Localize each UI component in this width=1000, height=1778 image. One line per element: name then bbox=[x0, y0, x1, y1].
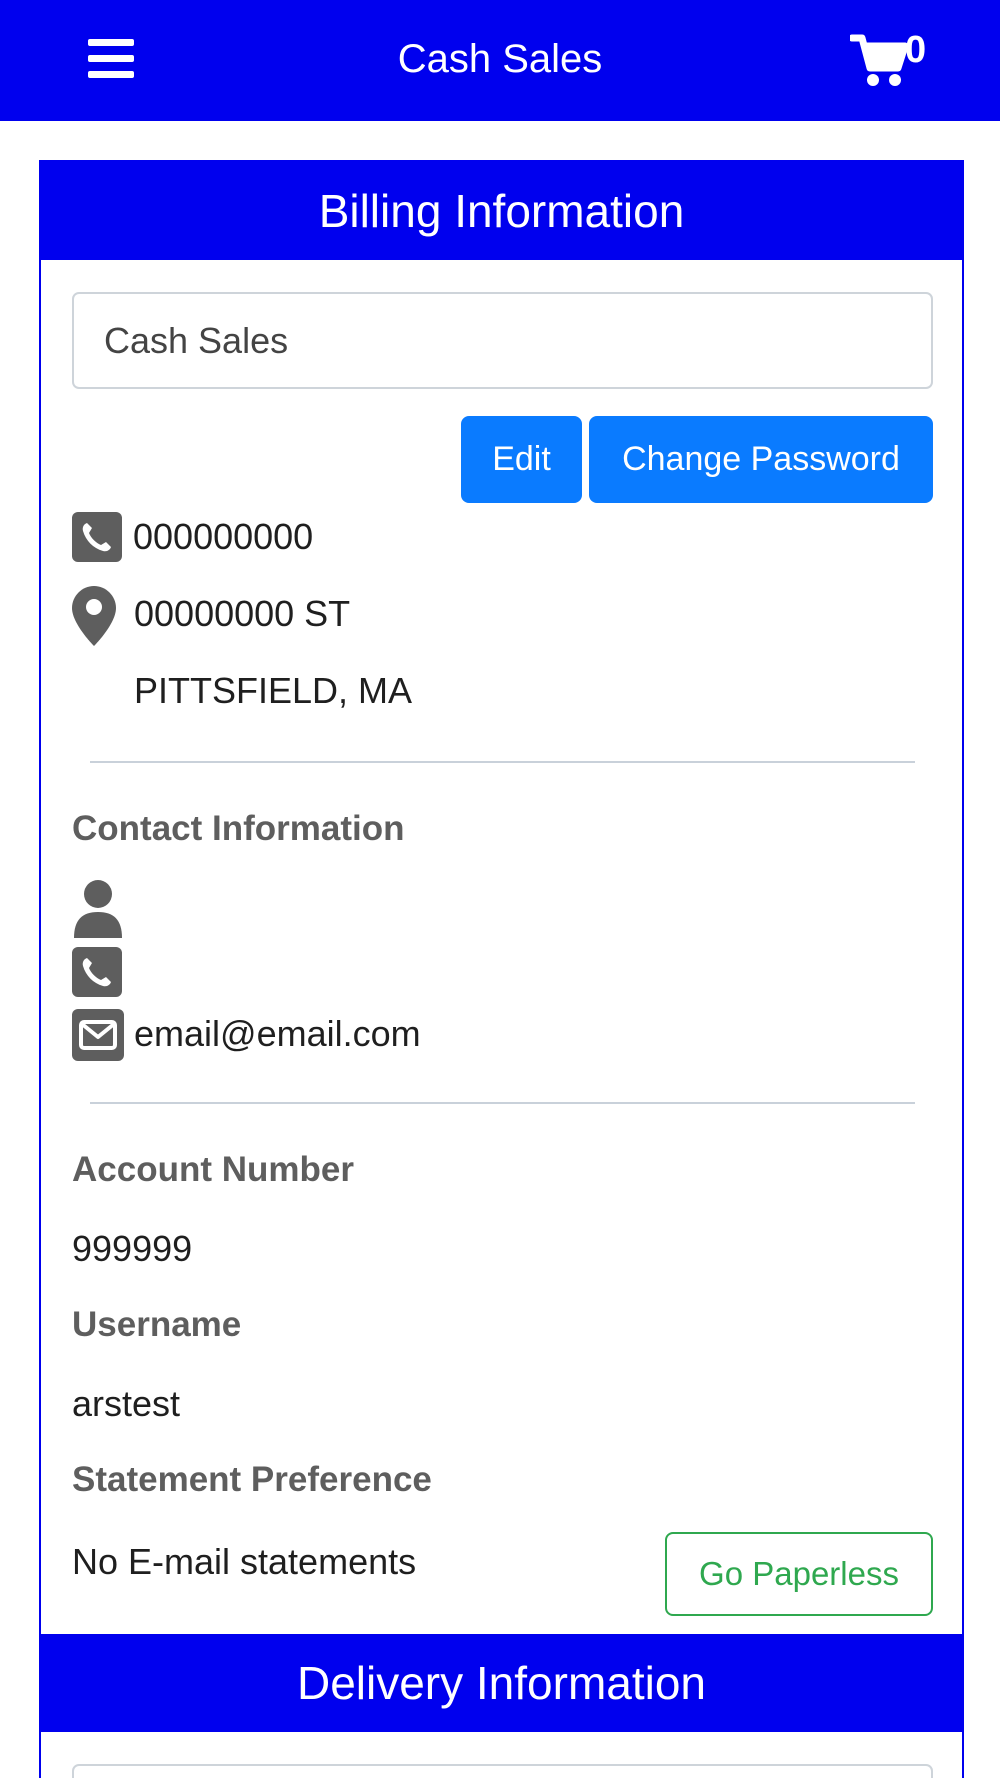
top-navbar: Cash Sales 0 bbox=[0, 0, 1000, 121]
billing-card: Billing Information Cash Sales Edit Chan… bbox=[39, 160, 964, 1778]
cart-icon bbox=[850, 34, 908, 86]
statement-preference-label: Statement Preference bbox=[72, 1460, 432, 1499]
username-label: Username bbox=[72, 1305, 242, 1344]
billing-heading: Billing Information bbox=[41, 162, 962, 260]
map-marker-icon bbox=[72, 586, 116, 646]
account-number-value: 999999 bbox=[72, 1228, 193, 1269]
go-paperless-button[interactable]: Go Paperless bbox=[665, 1532, 933, 1616]
envelope-icon bbox=[72, 1009, 124, 1061]
phone-icon bbox=[72, 512, 122, 562]
section-divider bbox=[90, 1102, 915, 1104]
delivery-name-field bbox=[72, 1764, 933, 1778]
cart-button[interactable]: 0 bbox=[850, 29, 935, 90]
phone-icon bbox=[72, 947, 122, 997]
statement-preference-value: No E-mail statements bbox=[72, 1541, 417, 1582]
account-number-label: Account Number bbox=[72, 1150, 354, 1189]
user-icon bbox=[74, 880, 122, 938]
delivery-heading: Delivery Information bbox=[41, 1634, 962, 1732]
section-divider bbox=[90, 761, 915, 763]
contact-email: email@email.com bbox=[134, 1013, 421, 1054]
change-password-button[interactable]: Change Password bbox=[589, 416, 933, 503]
cart-count-badge: 0 bbox=[905, 29, 927, 71]
account-name-field: Cash Sales bbox=[72, 292, 933, 389]
edit-button[interactable]: Edit bbox=[461, 416, 582, 503]
billing-phone: 000000000 bbox=[133, 516, 314, 557]
contact-info-heading: Contact Information bbox=[72, 809, 405, 848]
username-value: arstest bbox=[72, 1383, 181, 1424]
billing-address-line1: 00000000 ST bbox=[134, 593, 351, 634]
billing-address-line2: PITTSFIELD, MA bbox=[134, 670, 413, 711]
